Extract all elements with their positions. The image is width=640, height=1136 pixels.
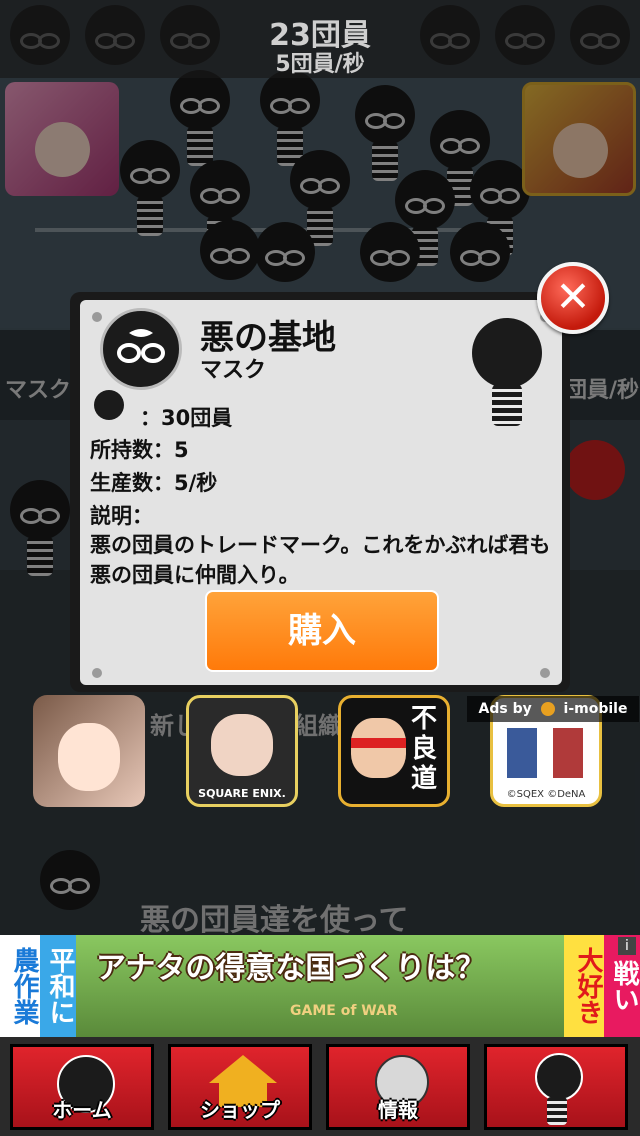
nav-member-button[interactable] [484,1044,628,1130]
banner-left-text-2: 平和に [40,935,76,1037]
panel-bolt-icon [92,312,102,322]
item-cost: ：30団員 [140,406,233,430]
member-small-icon [94,390,124,420]
member-rate: 5団員/秒 [275,52,365,77]
description-label: 説明： [90,504,153,528]
nav-home-label: ホーム [52,1098,112,1122]
i-mobile-logo-icon [540,702,555,716]
item-description: 悪の団員のトレードマーク。これをかぶれば君も悪の団員に仲間入り。 [90,533,551,587]
square-enix-game-ad[interactable]: SQUARE ENIX. [186,695,298,807]
nav-home-button[interactable]: ホーム [10,1044,154,1130]
ads-by-text: Ads by [478,701,532,717]
banner-right-text: 大好き [564,935,604,1037]
nav-info-label: 情報 [378,1098,418,1122]
banner-ad[interactable]: 農作業 平和に アナタの得意な国づくりは？ GAME of WAR 大好き 戦い… [0,935,640,1037]
close-icon[interactable]: ✕ [537,262,609,334]
ads-by-label[interactable]: Ads by i-mobile [467,696,639,722]
pixel-rpg-caption: ©SQEX ©DeNA [506,789,586,800]
mask-icon [100,308,182,390]
buy-button[interactable]: 購入 [205,590,439,672]
square-enix-caption: SQUARE ENIX. [198,787,286,800]
panel-bolt-icon [540,668,550,678]
item-owned: 所持数：5 [90,438,189,462]
game-of-war-logo: GAME of WAR [290,1003,398,1019]
member-figure-icon [472,318,542,426]
anime-girl-game-ad[interactable] [33,695,145,807]
member-icon-body [547,1097,567,1125]
nav-info-button[interactable]: 情報 [326,1044,470,1130]
nav-shop-button[interactable]: ショップ [168,1044,312,1130]
ads-provider-text: i-mobile [563,701,628,717]
furyodo-game-ad[interactable]: 不良道 [338,695,450,807]
nav-shop-label: ショップ [200,1098,280,1122]
ad-info-icon[interactable]: i [618,937,636,955]
panel-bolt-icon [92,668,102,678]
item-name: マスク [200,358,267,383]
furyodo-caption: 不良道 [411,704,438,794]
banner-left-text: 農作業 [0,935,40,1037]
house-icon [209,1055,277,1083]
member-icon [535,1053,583,1101]
banner-main-text: アナタの得意な国づくりは？ [96,951,486,986]
item-production: 生産数：5/秒 [90,471,218,495]
